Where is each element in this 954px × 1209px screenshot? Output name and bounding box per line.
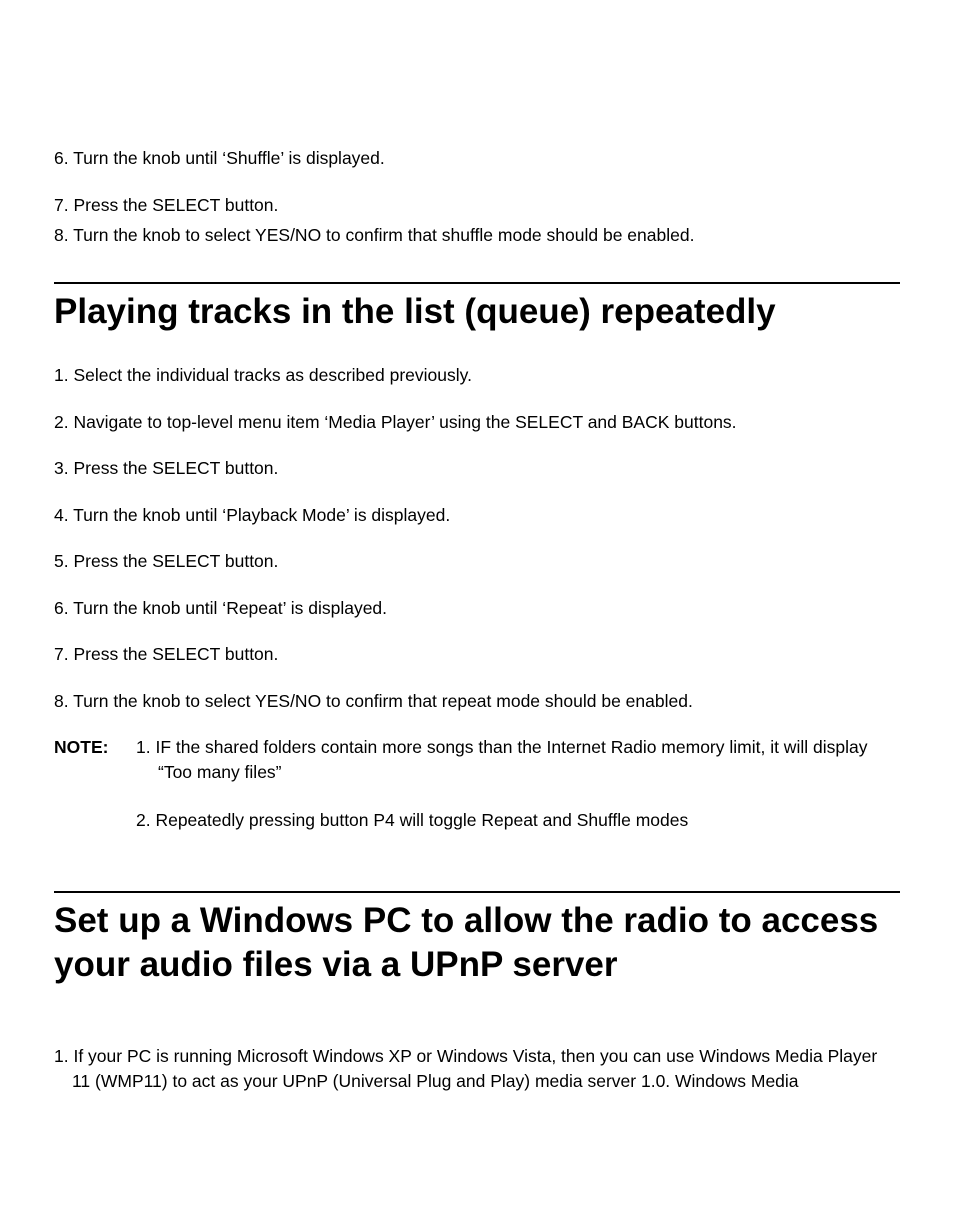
intro-step-7: 7. Press the SELECT button. (54, 193, 900, 218)
heading-playing-tracks: Playing tracks in the list (queue) repea… (54, 290, 900, 334)
section-divider (54, 282, 900, 284)
heading-upnp-setup: Set up a Windows PC to allow the radio t… (54, 899, 900, 987)
section-divider (54, 891, 900, 893)
s1-step-6: 6. Turn the knob until ‘Repeat’ is displ… (54, 596, 900, 621)
s1-step-4: 4. Turn the knob until ‘Playback Mode’ i… (54, 503, 900, 528)
s1-step-7: 7. Press the SELECT button. (54, 642, 900, 667)
s1-step-1: 1. Select the individual tracks as descr… (54, 363, 900, 388)
s2-step-1: 1. If your PC is running Microsoft Windo… (54, 1044, 900, 1093)
s1-step-5: 5. Press the SELECT button. (54, 549, 900, 574)
s1-step-8: 8. Turn the knob to select YES/NO to con… (54, 689, 900, 714)
intro-step-6: 6. Turn the knob until ‘Shuffle’ is disp… (54, 146, 900, 171)
note-label: NOTE: (54, 735, 136, 857)
intro-step-8: 8. Turn the knob to select YES/NO to con… (54, 223, 900, 248)
s1-step-2: 2. Navigate to top-level menu item ‘Medi… (54, 410, 900, 435)
note-item-1: 1. IF the shared folders contain more so… (136, 735, 900, 784)
note-body: 1. IF the shared folders contain more so… (136, 735, 900, 857)
note-item-2: 2. Repeatedly pressing button P4 will to… (136, 808, 900, 833)
note-block: NOTE: 1. IF the shared folders contain m… (54, 735, 900, 857)
s1-step-3: 3. Press the SELECT button. (54, 456, 900, 481)
